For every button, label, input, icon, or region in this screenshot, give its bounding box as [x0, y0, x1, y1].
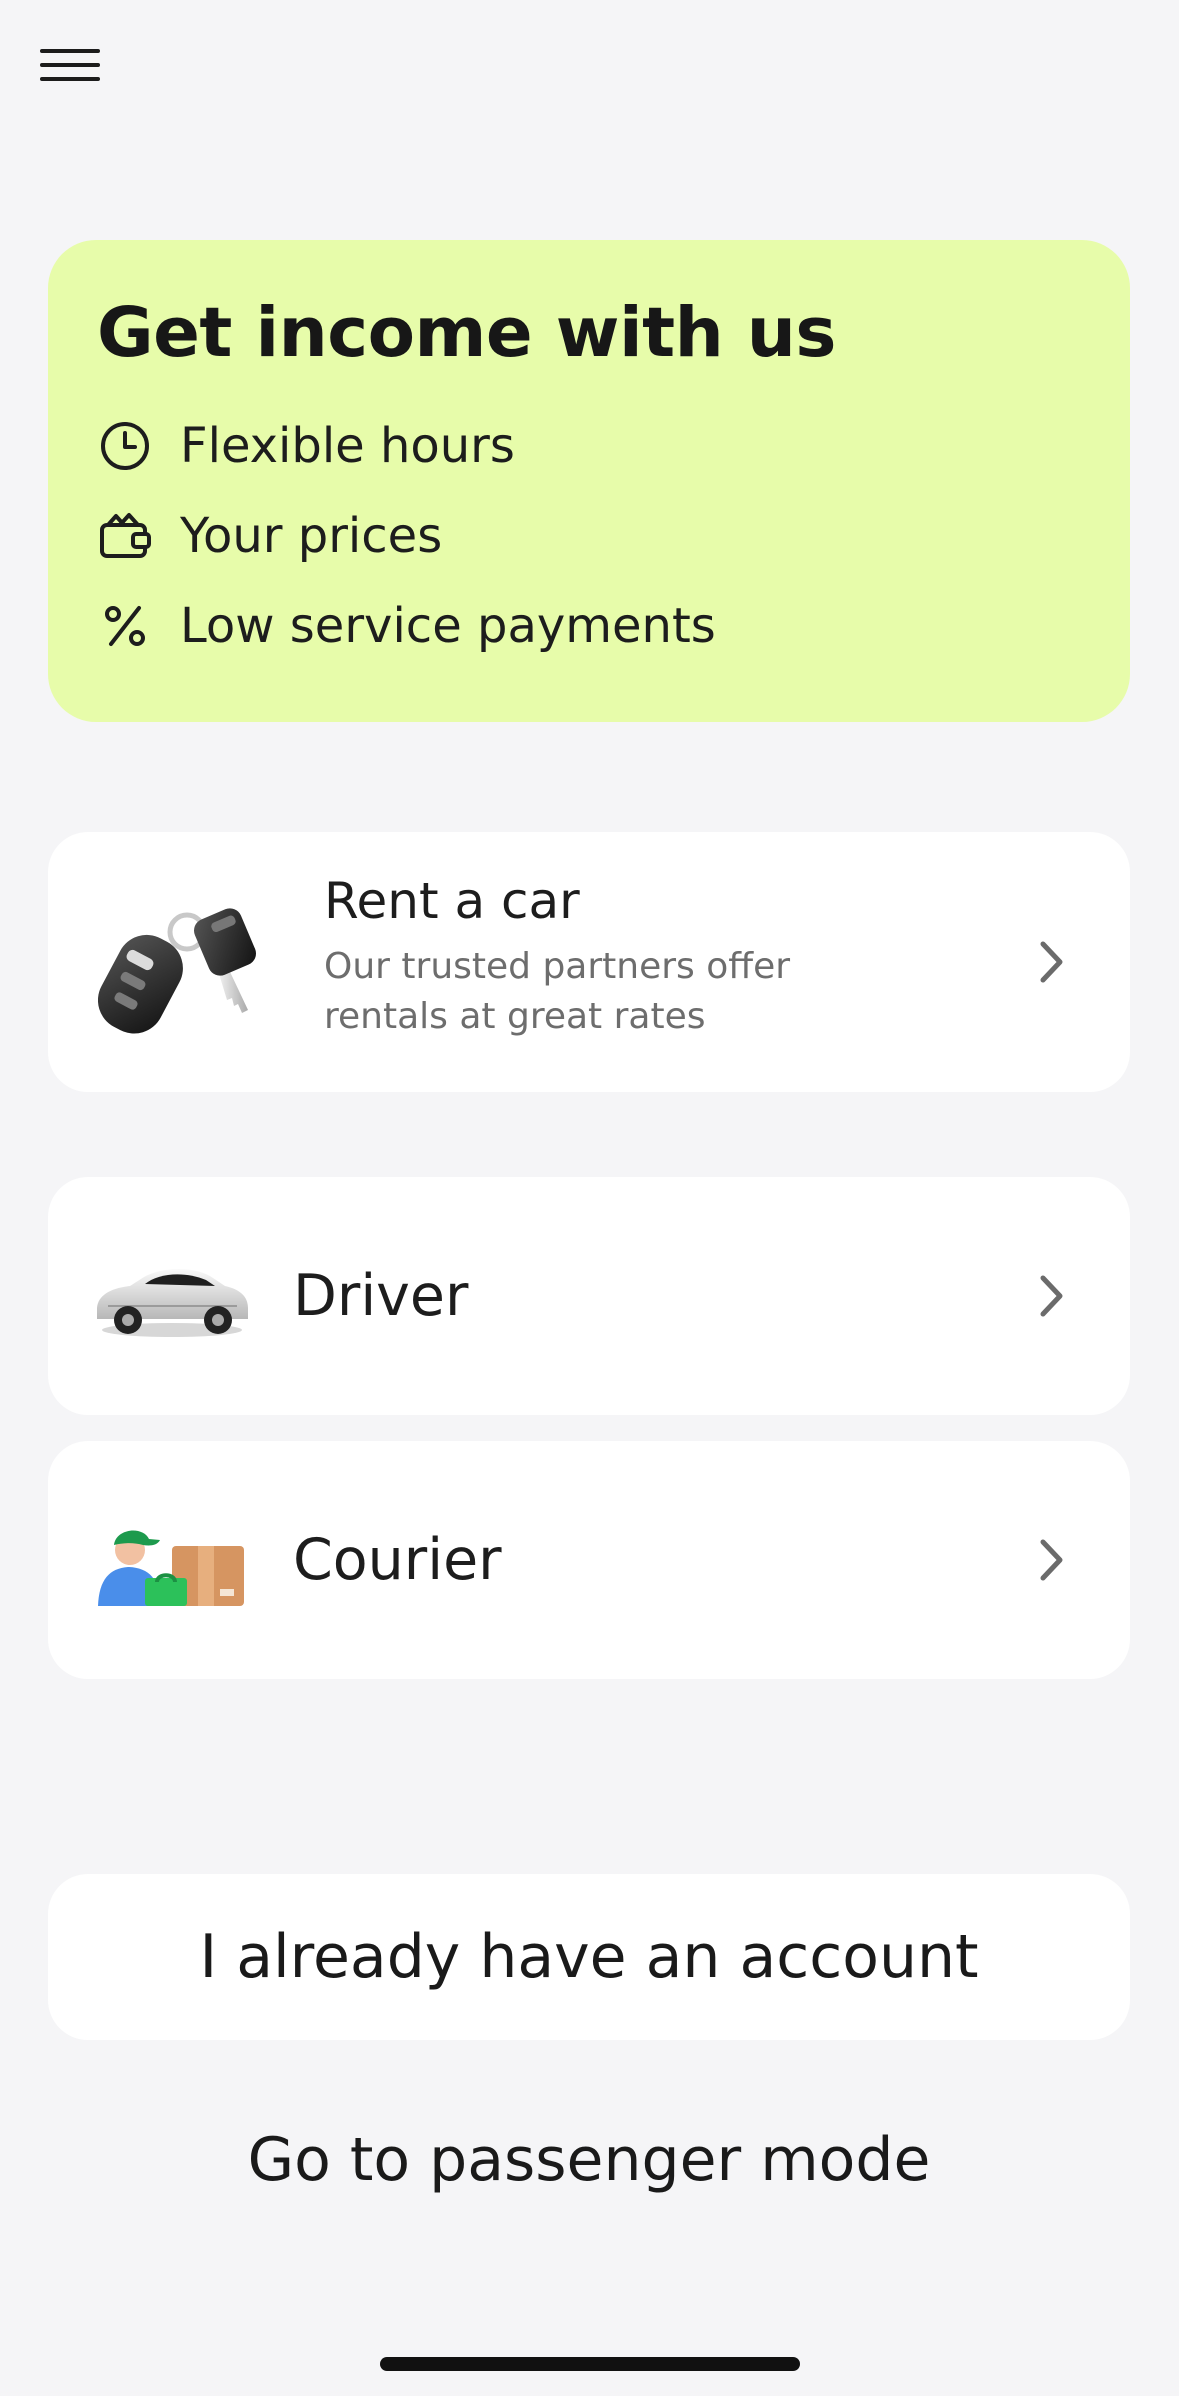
home-indicator	[380, 2357, 800, 2371]
driver-option-card[interactable]: Driver	[48, 1177, 1130, 1415]
chevron-right-icon	[1040, 941, 1063, 983]
wallet-icon	[97, 508, 153, 564]
courier-image	[94, 1515, 250, 1611]
car-image	[94, 1251, 250, 1347]
chevron-right-icon	[1040, 1539, 1063, 1581]
promo-item-low-service-payments: Low service payments	[97, 581, 1130, 671]
promo-item-label: Your prices	[180, 507, 443, 564]
chevron-right-icon	[1040, 1275, 1063, 1317]
hamburger-menu-icon-line	[40, 77, 100, 81]
promo-title: Get income with us	[97, 293, 836, 373]
promo-item-label: Low service payments	[180, 597, 716, 654]
passenger-mode-link[interactable]: Go to passenger mode	[48, 2115, 1130, 2205]
clock-icon	[97, 418, 153, 474]
promo-item-flexible-hours: Flexible hours	[97, 401, 1130, 491]
promo-item-your-prices: Your prices	[97, 491, 1130, 581]
courier-label: Courier	[293, 1527, 502, 1593]
promo-item-label: Flexible hours	[180, 417, 515, 474]
car-keys-image	[97, 892, 268, 1042]
menu-button[interactable]	[40, 35, 130, 95]
rent-a-car-card[interactable]: Rent a car Our trusted partners offer re…	[48, 832, 1130, 1092]
hamburger-menu-icon-line	[40, 63, 100, 67]
courier-option-card[interactable]: Courier	[48, 1441, 1130, 1679]
driver-label: Driver	[293, 1263, 469, 1329]
hamburger-menu-icon	[40, 49, 100, 53]
rent-a-car-subtitle: Our trusted partners offer rentals at gr…	[324, 946, 791, 1037]
existing-account-button[interactable]: I already have an account	[48, 1874, 1130, 2040]
income-promo-card: Get income with us Flexible hours Your p…	[48, 240, 1130, 722]
rent-a-car-title: Rent a car	[324, 872, 580, 930]
percent-icon	[97, 598, 153, 654]
